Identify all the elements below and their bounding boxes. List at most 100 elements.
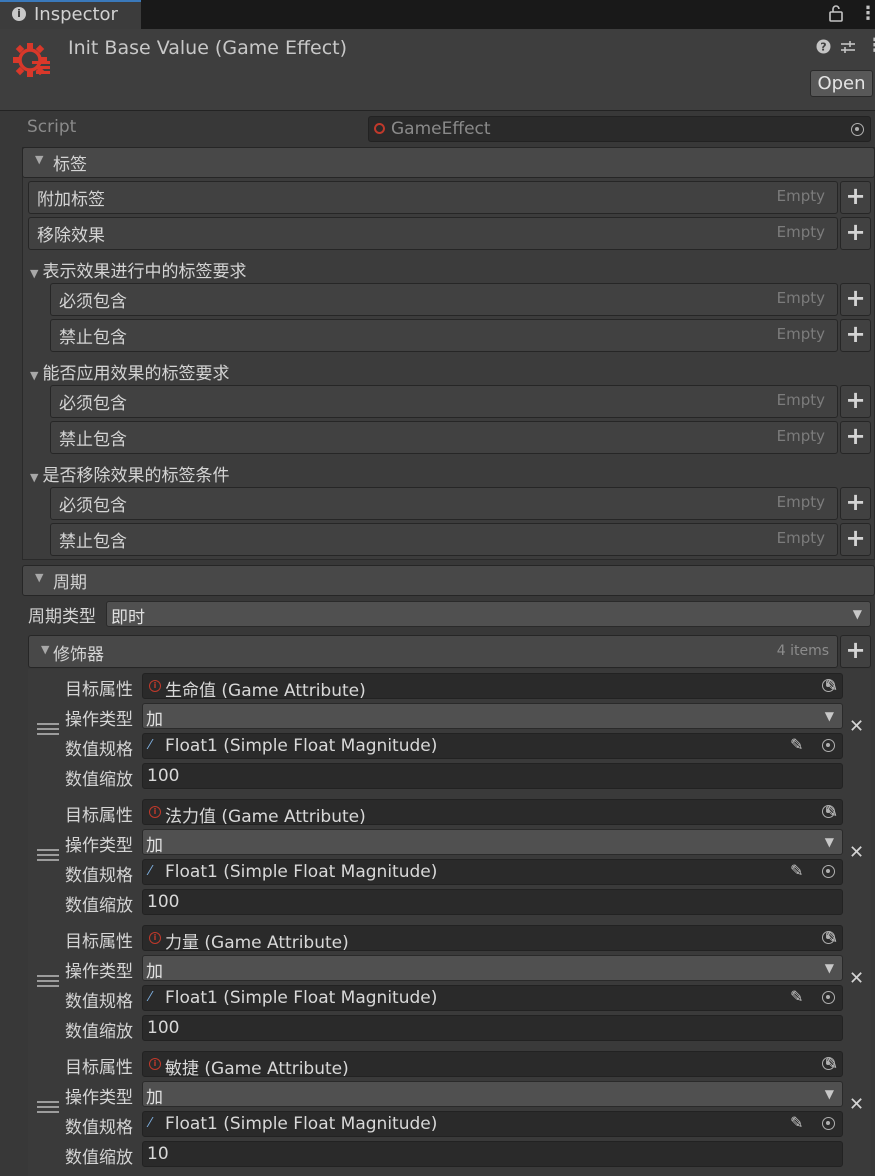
operation-type-dropdown[interactable]: 加 ▼ xyxy=(142,1081,843,1108)
target-attribute-field[interactable]: i 敏捷 (Game Attribute) ✎ xyxy=(142,1051,843,1079)
tag-list-label: 禁止包含 xyxy=(59,532,127,552)
add-modifier-button[interactable]: + xyxy=(840,635,871,668)
script-field[interactable]: GameEffect xyxy=(368,116,871,142)
tag-group-foldout[interactable]: ▼ 表示效果进行中的标签要求 xyxy=(30,257,246,282)
operation-type-label: 操作类型 xyxy=(65,710,133,730)
chevron-down-icon: ▼ xyxy=(824,835,834,849)
svg-text:?: ? xyxy=(820,41,826,54)
tab-inspector[interactable]: i Inspector xyxy=(0,0,141,29)
component-menu-icon[interactable]: ⋮ xyxy=(866,35,875,56)
empty-indicator: Empty xyxy=(776,325,825,343)
tag-list-label: 移除效果 xyxy=(37,226,105,246)
object-picker-icon[interactable] xyxy=(822,991,835,1004)
tab-menu-icon[interactable]: ⋮ xyxy=(859,3,875,24)
modifiers-foldout[interactable]: ▼ 修饰器 4 items xyxy=(28,635,838,668)
chevron-down-icon: ▼ xyxy=(824,1087,834,1101)
period-type-label: 周期类型 xyxy=(28,607,96,627)
drag-handle-icon[interactable] xyxy=(37,1101,59,1116)
drag-handle-icon[interactable] xyxy=(37,849,59,864)
add-button[interactable]: + xyxy=(840,217,871,250)
chevron-down-icon: ▼ xyxy=(824,709,834,723)
target-attribute-field[interactable]: i 生命值 (Game Attribute) ✎ xyxy=(142,673,843,701)
edit-pencil-icon[interactable]: ✎ xyxy=(790,861,803,880)
empty-indicator: Empty xyxy=(776,493,825,511)
modifiers-foldout-label: 修饰器 xyxy=(53,645,104,665)
tag-list-add-tags[interactable]: 附加标签 Empty xyxy=(28,181,838,214)
drag-handle-icon[interactable] xyxy=(37,723,59,738)
edit-pencil-icon[interactable]: ✎ xyxy=(790,1113,803,1132)
tag-list-label: 必须包含 xyxy=(59,496,127,516)
magnitude-value: Float1 (Simple Float Magnitude) xyxy=(165,1114,438,1134)
lock-icon[interactable] xyxy=(829,4,843,26)
object-picker[interactable] xyxy=(815,673,843,699)
period-type-dropdown[interactable]: 即时 ▼ xyxy=(106,601,871,628)
game-attribute-icon: i xyxy=(149,1058,161,1070)
add-button[interactable]: + xyxy=(840,487,871,520)
object-picker-icon[interactable] xyxy=(822,1117,835,1130)
tag-group-foldout[interactable]: ▼ 是否移除效果的标签条件 xyxy=(30,461,229,486)
object-picker-icon[interactable] xyxy=(822,805,835,818)
scale-field[interactable]: 100 xyxy=(142,763,843,789)
magnitude-label: 数值规格 xyxy=(65,1118,133,1138)
magnitude-field[interactable]: ⁄ Float1 (Simple Float Magnitude) xyxy=(142,859,843,885)
scale-field[interactable]: 100 xyxy=(142,889,843,915)
target-attribute-field[interactable]: i 法力值 (Game Attribute) ✎ xyxy=(142,799,843,827)
drag-handle-icon[interactable] xyxy=(37,975,59,990)
add-button[interactable]: + xyxy=(840,421,871,454)
magnitude-field[interactable]: ⁄ Float1 (Simple Float Magnitude) xyxy=(142,985,843,1011)
foldout-arrow-icon: ▼ xyxy=(30,369,39,382)
target-attribute-field[interactable]: i 力量 (Game Attribute) ✎ xyxy=(142,925,843,953)
scale-field[interactable]: 100 xyxy=(142,1015,843,1041)
tag-list-require[interactable]: 必须包含 Empty xyxy=(50,283,838,316)
tag-list-label: 附加标签 xyxy=(37,190,105,210)
remove-modifier-icon[interactable]: ✕ xyxy=(849,716,864,737)
operation-type-dropdown[interactable]: 加 ▼ xyxy=(142,955,843,982)
magnitude-value: Float1 (Simple Float Magnitude) xyxy=(165,862,438,882)
add-button[interactable]: + xyxy=(840,181,871,214)
target-attribute-label: 目标属性 xyxy=(65,932,133,952)
tag-list-require[interactable]: 必须包含 Empty xyxy=(50,385,838,418)
float-magnitude-icon: ⁄ xyxy=(149,738,152,753)
tag-list-require[interactable]: 必须包含 Empty xyxy=(50,487,838,520)
object-picker-icon[interactable] xyxy=(822,1057,835,1070)
object-picker-icon[interactable] xyxy=(822,739,835,752)
empty-indicator: Empty xyxy=(776,289,825,307)
tags-foldout[interactable]: ▼ 标签 xyxy=(22,147,875,178)
operation-type-dropdown[interactable]: 加 ▼ xyxy=(142,829,843,856)
operation-type-value: 加 xyxy=(146,836,163,856)
remove-modifier-icon[interactable]: ✕ xyxy=(849,842,864,863)
remove-modifier-icon[interactable]: ✕ xyxy=(849,1094,864,1115)
period-type-value: 即时 xyxy=(111,608,145,628)
add-button[interactable]: + xyxy=(840,319,871,352)
add-button[interactable]: + xyxy=(840,385,871,418)
foldout-arrow-icon: ▼ xyxy=(30,471,39,484)
add-button[interactable]: + xyxy=(840,283,871,316)
target-attribute-label: 目标属性 xyxy=(65,806,133,826)
open-button[interactable]: Open xyxy=(810,70,873,97)
object-picker-icon[interactable] xyxy=(822,931,835,944)
empty-indicator: Empty xyxy=(776,529,825,547)
tag-list-ignore[interactable]: 禁止包含 Empty xyxy=(50,319,838,352)
operation-type-dropdown[interactable]: 加 ▼ xyxy=(142,703,843,730)
chevron-down-icon: ▼ xyxy=(852,607,862,621)
object-picker-icon[interactable] xyxy=(851,123,864,136)
edit-pencil-icon[interactable]: ✎ xyxy=(790,735,803,754)
edit-pencil-icon[interactable]: ✎ xyxy=(790,987,803,1006)
magnitude-field[interactable]: ⁄ Float1 (Simple Float Magnitude) xyxy=(142,733,843,759)
help-icon[interactable]: ? xyxy=(816,39,831,58)
tag-list-remove-effect[interactable]: 移除效果 Empty xyxy=(28,217,838,250)
target-attribute-value: 生命值 (Game Attribute) xyxy=(165,681,366,701)
remove-modifier-icon[interactable]: ✕ xyxy=(849,968,864,989)
preset-icon[interactable] xyxy=(840,39,856,59)
tag-list-ignore[interactable]: 禁止包含 Empty xyxy=(50,523,838,556)
magnitude-field[interactable]: ⁄ Float1 (Simple Float Magnitude) xyxy=(142,1111,843,1137)
tag-group-foldout[interactable]: ▼ 能否应用效果的标签要求 xyxy=(30,359,229,384)
object-picker-icon[interactable] xyxy=(822,679,835,692)
foldout-arrow-icon: ▼ xyxy=(30,267,39,280)
tag-list-ignore[interactable]: 禁止包含 Empty xyxy=(50,421,838,454)
period-foldout[interactable]: ▼ 周期 xyxy=(22,565,875,596)
tag-group-label: 是否移除效果的标签条件 xyxy=(42,466,230,486)
add-button[interactable]: + xyxy=(840,523,871,556)
scale-field[interactable]: 10 xyxy=(142,1141,843,1167)
object-picker-icon[interactable] xyxy=(822,865,835,878)
